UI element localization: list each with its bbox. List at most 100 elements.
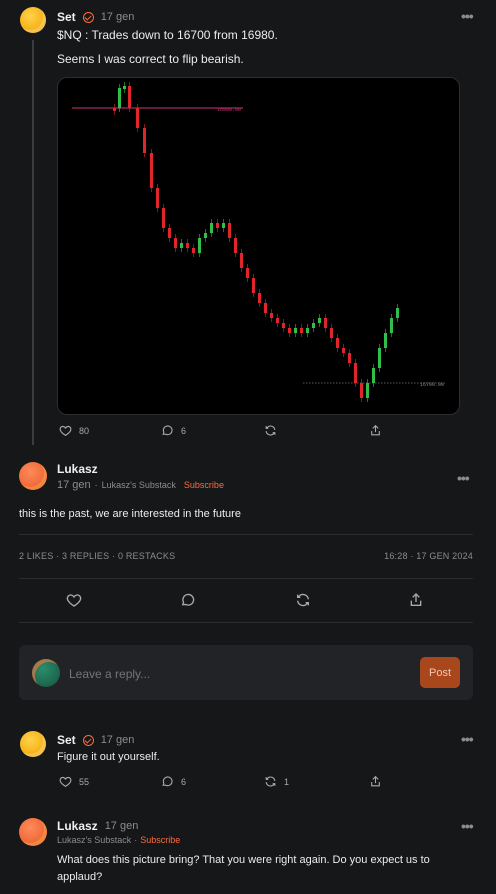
candle xyxy=(198,238,201,253)
comment-icon xyxy=(181,593,195,606)
candle xyxy=(174,238,177,248)
candle xyxy=(336,338,339,348)
thread-line xyxy=(32,40,34,445)
candle xyxy=(312,323,315,328)
candle xyxy=(246,268,249,278)
comment-button[interactable]: 6 xyxy=(161,424,186,437)
candle xyxy=(264,303,267,313)
candle xyxy=(330,328,333,338)
comment-count: 6 xyxy=(181,776,187,787)
post-date[interactable]: 17 gen xyxy=(101,11,135,23)
candle xyxy=(180,243,183,248)
chart-image[interactable]: 16980.00 16700.00 xyxy=(57,77,460,415)
avatar[interactable] xyxy=(20,7,46,33)
candle xyxy=(150,153,153,188)
candle xyxy=(186,243,189,248)
reply-header: Lukasz xyxy=(57,462,98,476)
reply-meta: 17 gen · Lukasz's Substack Subscribe xyxy=(57,479,224,491)
like-button[interactable] xyxy=(66,592,82,608)
candle xyxy=(270,313,273,318)
comment-button[interactable] xyxy=(180,592,196,608)
post-text-line2: Seems I was correct to flip bearish. xyxy=(57,52,244,66)
more-icon[interactable]: ••• xyxy=(461,8,474,24)
author-name[interactable]: Lukasz xyxy=(57,819,98,833)
candle xyxy=(288,328,291,333)
candle xyxy=(252,278,255,293)
comment-count: 6 xyxy=(181,425,187,436)
avatar[interactable] xyxy=(19,818,47,846)
meta-separator: · xyxy=(134,835,138,845)
restack-button[interactable] xyxy=(264,424,277,437)
subscribe-link[interactable]: Subscribe xyxy=(184,480,224,490)
candle xyxy=(348,353,351,363)
restack-button[interactable] xyxy=(295,592,311,608)
reply-date[interactable]: 17 gen xyxy=(57,479,91,491)
candle xyxy=(143,128,146,153)
like-count: 55 xyxy=(79,776,90,787)
reply-header: Set 17 gen xyxy=(57,733,134,747)
candle xyxy=(306,328,309,333)
reply-stats[interactable]: 2 LIKES · 3 REPLIES · 0 RESTACKS xyxy=(19,551,175,561)
more-icon[interactable]: ••• xyxy=(461,818,474,834)
candle xyxy=(216,223,219,228)
avatar[interactable] xyxy=(20,731,46,757)
candle xyxy=(384,333,387,348)
price-level-top: 16980.00 xyxy=(217,107,241,113)
author-name[interactable]: Set xyxy=(57,10,76,24)
candle xyxy=(378,348,381,368)
reply-date[interactable]: 17 gen xyxy=(101,734,135,746)
reply-text: this is the past, we are interested in t… xyxy=(19,508,241,520)
restack-button[interactable]: 1 xyxy=(264,775,289,788)
share-button[interactable] xyxy=(408,592,424,608)
candle xyxy=(192,248,195,253)
reply-timestamp: 16:28 · 17 GEN 2024 xyxy=(384,551,473,561)
like-button[interactable]: 80 xyxy=(59,424,89,437)
candle xyxy=(294,328,297,333)
post-header: Set 17 gen xyxy=(57,10,134,24)
candle xyxy=(228,223,231,238)
candle xyxy=(396,308,399,318)
candle xyxy=(372,368,375,383)
like-button[interactable]: 55 xyxy=(59,775,89,788)
divider xyxy=(19,578,473,579)
candle xyxy=(123,86,126,89)
author-name[interactable]: Set xyxy=(57,733,76,747)
post-text-line1: $NQ : Trades down to 16700 from 16980. xyxy=(57,28,278,42)
candle xyxy=(113,108,116,111)
meta-separator: · xyxy=(94,480,98,490)
restack-icon xyxy=(297,593,309,607)
candle xyxy=(360,383,363,398)
restack-count: 1 xyxy=(284,776,290,787)
reply-input[interactable] xyxy=(67,662,411,686)
candle xyxy=(342,348,345,353)
share-button[interactable] xyxy=(369,424,382,437)
share-button[interactable] xyxy=(369,775,382,788)
candle xyxy=(282,323,285,328)
comment-icon xyxy=(162,776,173,787)
share-icon xyxy=(371,775,380,787)
comment-icon xyxy=(162,425,173,436)
share-icon xyxy=(371,424,380,436)
restack-icon xyxy=(265,776,276,787)
candle xyxy=(390,318,393,333)
subscribe-link[interactable]: Subscribe xyxy=(140,835,180,845)
avatar xyxy=(32,659,60,687)
comment-button[interactable]: 6 xyxy=(161,775,186,788)
publication-name[interactable]: Lukasz's Substack xyxy=(102,480,176,490)
avatar[interactable] xyxy=(19,462,47,490)
reply-date[interactable]: 17 gen xyxy=(105,820,139,832)
author-name[interactable]: Lukasz xyxy=(57,462,98,476)
publication-name[interactable]: Lukasz's Substack xyxy=(57,835,131,845)
more-icon[interactable]: ••• xyxy=(461,731,474,747)
candle xyxy=(222,223,225,228)
candle xyxy=(234,238,237,253)
candle xyxy=(210,223,213,233)
price-level-bottom: 16700.00 xyxy=(420,382,444,388)
candle xyxy=(366,383,369,398)
candle xyxy=(354,363,357,383)
post-button[interactable]: Post xyxy=(420,657,460,688)
candle xyxy=(118,88,121,108)
like-count: 80 xyxy=(79,425,90,436)
more-icon[interactable]: ••• xyxy=(457,470,470,486)
candle xyxy=(240,253,243,268)
